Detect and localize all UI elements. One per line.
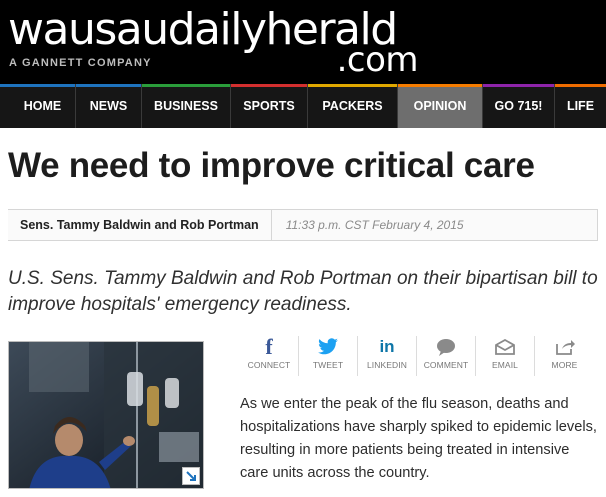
- nav-item-business[interactable]: BUSINESS: [142, 84, 231, 128]
- byline-timestamp: 11:33 p.m. CST February 4, 2015: [285, 218, 464, 232]
- nav-item-opinion[interactable]: OPINION: [398, 84, 483, 128]
- comment-icon: [435, 336, 457, 358]
- article-photo[interactable]: [8, 341, 204, 489]
- email-icon: [494, 336, 516, 358]
- share-twitter-button[interactable]: TWEET: [299, 336, 358, 376]
- nav-accent-strip: [142, 84, 230, 87]
- article-headline: We need to improve critical care: [8, 146, 535, 185]
- article-body-paragraph: As we enter the peak of the flu season, …: [240, 396, 597, 481]
- nav-accent-strip: [483, 84, 554, 87]
- article-summary: U.S. Sens. Tammy Baldwin and Rob Portman…: [8, 268, 598, 315]
- expand-photo-button[interactable]: [182, 467, 200, 485]
- nav-item-packers[interactable]: PACKERS: [308, 84, 398, 128]
- comment-button[interactable]: COMMENT: [417, 336, 476, 376]
- share-facebook-button[interactable]: f CONNECT: [240, 336, 299, 376]
- logo-dotcom: .com: [336, 40, 419, 80]
- main-nav: HOME NEWS BUSINESS SPORTS PACKERS OPINIO…: [0, 84, 606, 128]
- masthead: wausaudailyherald A GANNETT COMPANY .com: [0, 0, 606, 84]
- byline: Sens. Tammy Baldwin and Rob Portman 11:3…: [8, 209, 598, 241]
- twitter-icon: [317, 336, 339, 358]
- byline-author[interactable]: Sens. Tammy Baldwin and Rob Portman: [8, 210, 272, 240]
- share-bar: f CONNECT TWEET in LINKEDIN COMMENT EMAI…: [240, 336, 595, 376]
- nav-accent-strip: [76, 84, 141, 87]
- nav-accent-strip: [398, 84, 482, 87]
- nav-accent-strip: [308, 84, 397, 87]
- nav-accent-strip: [555, 84, 606, 87]
- linkedin-icon: in: [379, 337, 395, 356]
- nav-item-home[interactable]: HOME: [0, 84, 76, 128]
- nav-accent-strip: [0, 84, 75, 87]
- photo-image: [9, 342, 203, 488]
- share-linkedin-button[interactable]: in LINKEDIN: [358, 336, 417, 376]
- nav-item-news[interactable]: NEWS: [76, 84, 142, 128]
- nav-item-go715[interactable]: GO 715!: [483, 84, 555, 128]
- nav-item-life[interactable]: LIFE: [555, 84, 606, 128]
- logo-tagline: A GANNETT COMPANY: [9, 57, 152, 69]
- facebook-icon: f: [265, 334, 273, 359]
- more-share-button[interactable]: MORE: [535, 336, 594, 376]
- nav-accent-strip: [231, 84, 307, 87]
- nav-item-sports[interactable]: SPORTS: [231, 84, 308, 128]
- share-icon: [554, 336, 576, 358]
- email-button[interactable]: EMAIL: [476, 336, 535, 376]
- expand-icon: [186, 471, 196, 481]
